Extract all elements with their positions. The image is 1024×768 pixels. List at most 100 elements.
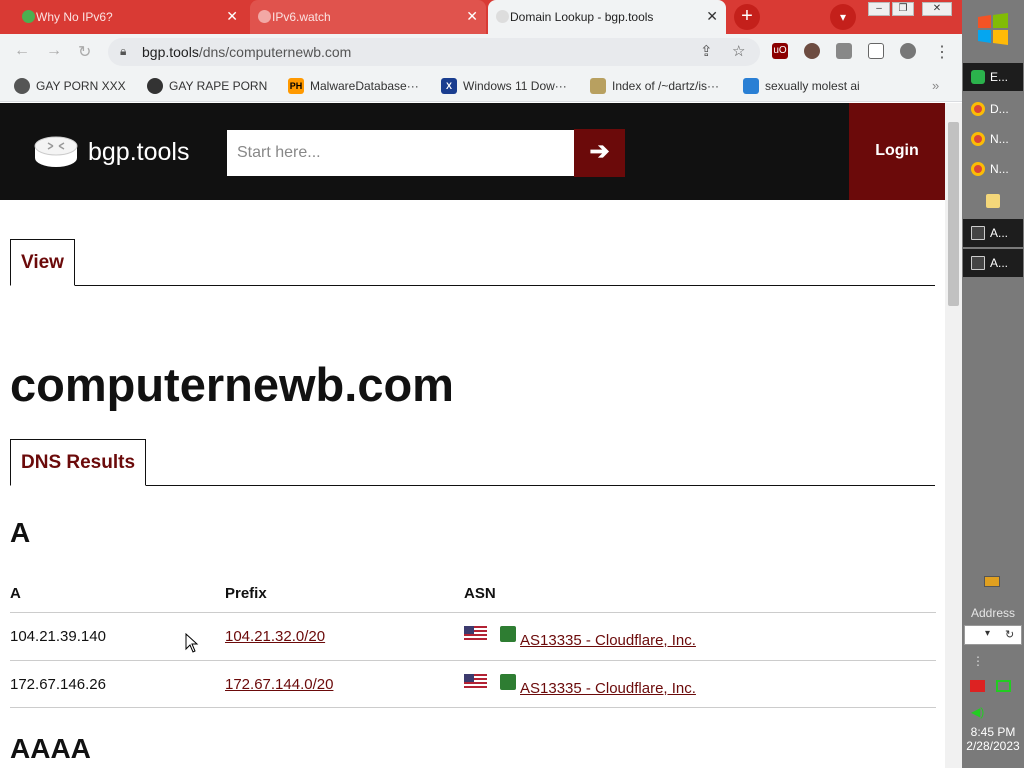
menu-kebab-icon[interactable]: ⋮ <box>934 42 950 62</box>
ublock-extension-icon[interactable]: uO <box>772 43 788 59</box>
profile-icon[interactable] <box>900 43 916 59</box>
chrome-icon <box>971 102 985 116</box>
close-tab-icon[interactable]: ✕ <box>706 8 718 25</box>
asn-cell: AS13335 - Cloudflare, Inc. <box>520 632 696 649</box>
minimize-button[interactable]: – <box>868 2 890 16</box>
puzzle-extensions-icon[interactable] <box>836 43 852 59</box>
network-icon[interactable] <box>996 680 1011 692</box>
bookmark-star-icon[interactable]: ☆ <box>732 42 745 60</box>
bookmarks-overflow-icon[interactable]: » <box>932 78 939 93</box>
a-record-ip: 104.21.39.140 <box>10 628 106 645</box>
a-record-ip: 172.67.146.26 <box>10 676 106 693</box>
side-panel-icon[interactable] <box>868 43 884 59</box>
tab-title: Domain Lookup - bgp.tools <box>510 10 654 24</box>
back-arrow-icon[interactable]: ← <box>14 42 30 60</box>
taskbar-item[interactable]: D... <box>963 95 1023 123</box>
ph-icon: PH <box>288 78 304 94</box>
screen: Why No IPv6? ✕ IPv6.watch ✕ Domain Looku… <box>0 0 1024 768</box>
page-scrollbar[interactable] <box>945 103 962 768</box>
volume-icon[interactable]: ◀) <box>971 705 984 719</box>
globe-icon <box>147 78 163 94</box>
site-search-input[interactable] <box>227 130 574 176</box>
page-title: computernewb.com <box>10 358 454 411</box>
action-center-flag-icon[interactable] <box>970 680 985 692</box>
table-row: 172.67.146.26 172.67.144.0/20 AS13335 - … <box>10 660 936 708</box>
result-tabs: DNS Results <box>10 439 935 486</box>
tray-grip-icon: ⋮ <box>972 654 984 668</box>
lock-icon[interactable]: 🔒︎ <box>120 44 126 59</box>
taskbar-item[interactable]: N... <box>963 155 1023 183</box>
restore-button[interactable]: ❐ <box>892 2 914 16</box>
dropdown-icon[interactable]: ▾ <box>985 628 990 639</box>
close-window-button[interactable]: ✕ <box>922 2 952 16</box>
tab-search-button[interactable]: ▾ <box>830 4 856 30</box>
section-heading-aaaa: AAAA <box>10 733 91 764</box>
close-tab-icon[interactable]: ✕ <box>466 8 478 25</box>
keyboard-icon[interactable] <box>984 576 1000 587</box>
taskbar-address-input[interactable]: ▾ ↻ <box>964 625 1022 645</box>
bookmark-item[interactable]: GAY RAPE PORN <box>147 78 267 94</box>
console-icon <box>971 256 985 270</box>
notes-app-icon <box>971 70 985 84</box>
browser-tabstrip: Why No IPv6? ✕ IPv6.watch ✕ Domain Looku… <box>0 0 962 34</box>
address-toolbar-label: Address <box>970 606 1016 620</box>
close-tab-icon[interactable]: ✕ <box>226 8 238 25</box>
us-flag-icon <box>464 674 487 689</box>
prefix-link[interactable]: 172.67.144.0/20 <box>225 676 333 693</box>
tab-ipv6-watch[interactable]: IPv6.watch ✕ <box>250 0 486 34</box>
chrome-icon <box>971 162 985 176</box>
tab-dns-results[interactable]: DNS Results <box>10 439 147 486</box>
share-icon[interactable]: ⇪ <box>700 42 713 60</box>
bookmark-item[interactable]: Index of /~dartz/is··· <box>590 78 719 94</box>
forward-arrow-icon[interactable]: → <box>46 42 62 60</box>
search-go-button[interactable]: ➔ <box>574 129 625 177</box>
ipv6-favicon-icon <box>22 10 35 23</box>
bookmark-item[interactable]: sexually molest ai <box>743 78 860 94</box>
taskbar-item[interactable]: A... <box>963 219 1023 247</box>
prefix-cell: 104.21.32.0/20 <box>225 628 325 645</box>
address-url[interactable]: bgp.tools/dns/computernewb.com <box>142 44 351 60</box>
bookmark-item[interactable]: GAY PORN XXX <box>14 78 126 94</box>
address-bar[interactable]: 🔒︎ bgp.tools/dns/computernewb.com ⇪ ☆ <box>108 38 760 66</box>
table-row: 104.21.39.140 104.21.32.0/20 AS13335 - C… <box>10 612 936 660</box>
rpki-lock-icon <box>500 626 516 642</box>
new-tab-button[interactable]: + <box>734 4 760 30</box>
prefix-cell: 172.67.144.0/20 <box>225 676 333 693</box>
mouse-pointer-icon <box>185 633 199 653</box>
taskbar-item[interactable] <box>963 187 1023 215</box>
view-tabs: View <box>10 239 935 286</box>
reload-icon[interactable]: ↻ <box>78 42 91 62</box>
folder-icon <box>986 194 1000 208</box>
router-icon <box>34 136 78 167</box>
taskbar-clock-time[interactable]: 8:45 PM <box>962 725 1024 739</box>
windows-start-icon[interactable] <box>976 12 1010 46</box>
prefix-link[interactable]: 104.21.32.0/20 <box>225 628 325 645</box>
chrome-icon <box>971 132 985 146</box>
login-button[interactable]: Login <box>849 103 945 200</box>
section-heading-a: A <box>10 517 31 548</box>
bookmark-item[interactable]: PH MalwareDatabase··· <box>288 78 419 94</box>
taskbar-clock-date[interactable]: 2/28/2023 <box>962 739 1024 753</box>
go-refresh-icon[interactable]: ↻ <box>1005 628 1014 641</box>
site-header: bgp.tools ➔ Login <box>0 103 945 200</box>
taskbar-item[interactable]: A... <box>963 249 1023 277</box>
scrollbar-thumb[interactable] <box>948 122 959 306</box>
asn-link[interactable]: AS13335 - Cloudflare, Inc. <box>520 632 696 649</box>
site-logo[interactable]: bgp.tools <box>34 136 189 168</box>
column-header-asn: ASN <box>464 585 496 602</box>
tab-title: IPv6.watch <box>272 10 331 24</box>
site-logo-text: bgp.tools <box>88 137 190 166</box>
tab-domain-lookup[interactable]: Domain Lookup - bgp.tools ✕ <box>488 0 726 34</box>
column-header-prefix: Prefix <box>225 585 267 602</box>
x-icon: X <box>441 78 457 94</box>
taskbar-item[interactable]: E... <box>963 63 1023 91</box>
asn-link[interactable]: AS13335 - Cloudflare, Inc. <box>520 680 696 697</box>
bookmark-item[interactable]: X Windows 11 Dow··· <box>441 78 567 94</box>
taskbar-item[interactable]: N... <box>963 125 1023 153</box>
globe-favicon-icon <box>258 10 271 23</box>
avatar-extension-icon[interactable] <box>804 43 820 59</box>
asn-cell: AS13335 - Cloudflare, Inc. <box>520 680 696 697</box>
console-icon <box>971 226 985 240</box>
tab-view[interactable]: View <box>10 239 75 286</box>
tab-why-no-ipv6[interactable]: Why No IPv6? ✕ <box>14 0 246 34</box>
